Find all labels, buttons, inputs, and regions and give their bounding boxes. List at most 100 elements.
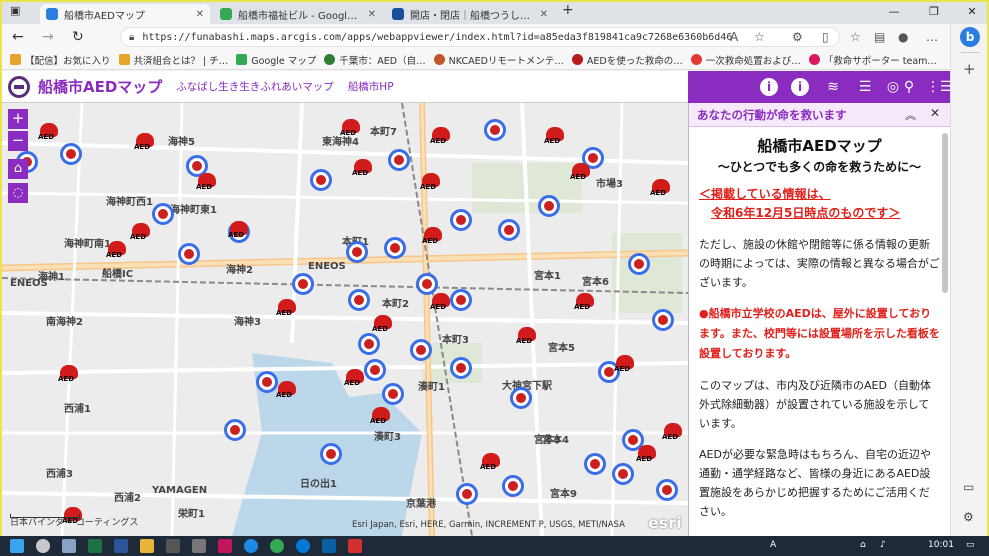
aed-marker[interactable] bbox=[310, 169, 332, 191]
tab-funabashi-tsushin[interactable]: 開店・閉店｜船橋つうしん - 千葉県 ✕ bbox=[386, 4, 554, 24]
panel-scrollbar[interactable] bbox=[942, 133, 948, 293]
aed-marker[interactable] bbox=[388, 149, 410, 171]
tab-aed-map[interactable]: 船橋市AEDマップ ✕ bbox=[40, 4, 210, 24]
tab-close-icon[interactable]: ✕ bbox=[368, 9, 376, 20]
more-menu-icon[interactable]: … bbox=[926, 30, 938, 44]
aed-icon-marker[interactable]: AED bbox=[636, 445, 656, 463]
aed-marker[interactable] bbox=[538, 195, 560, 217]
ie-icon[interactable] bbox=[244, 539, 258, 553]
aed-marker[interactable] bbox=[656, 479, 678, 501]
aed-icon-marker[interactable]: AED bbox=[480, 453, 500, 471]
minimize-icon[interactable]: — bbox=[882, 5, 906, 18]
extensions-icon[interactable]: ⚙ bbox=[792, 30, 803, 44]
zoom-in-button[interactable]: + bbox=[8, 109, 28, 129]
search-icon[interactable]: ⚲ bbox=[900, 78, 918, 96]
read-aloud-icon[interactable]: A bbox=[730, 30, 738, 44]
aed-icon-marker[interactable]: AED bbox=[352, 159, 372, 177]
aed-marker[interactable] bbox=[224, 419, 246, 441]
forward-icon[interactable]: → bbox=[42, 29, 54, 45]
aed-icon-marker[interactable]: AED bbox=[372, 315, 392, 333]
aed-icon-marker[interactable]: AED bbox=[430, 293, 450, 311]
aed-marker[interactable] bbox=[584, 453, 606, 475]
clock[interactable]: 10:01 bbox=[928, 540, 954, 550]
layers-icon[interactable]: ≋ bbox=[824, 78, 842, 96]
calculator-icon[interactable] bbox=[192, 539, 206, 553]
excel-icon[interactable] bbox=[88, 539, 102, 553]
aed-icon-marker[interactable]: AED bbox=[276, 299, 296, 317]
tab-actions-icon[interactable]: ▣ bbox=[10, 4, 20, 17]
word-icon[interactable] bbox=[114, 539, 128, 553]
aed-marker[interactable] bbox=[502, 475, 524, 497]
taskbar-search-icon[interactable] bbox=[36, 539, 50, 553]
back-icon[interactable]: ← bbox=[12, 29, 24, 45]
aed-marker[interactable] bbox=[652, 309, 674, 331]
network-icon[interactable]: ⌂ bbox=[860, 540, 866, 550]
aed-icon-marker[interactable]: AED bbox=[650, 179, 670, 197]
aed-marker[interactable] bbox=[382, 383, 404, 405]
add-sidebar-app-icon[interactable]: + bbox=[963, 60, 976, 78]
bookmark-item[interactable]: 千葉市：AED（自… bbox=[324, 53, 426, 67]
aed-marker[interactable] bbox=[456, 483, 478, 505]
tray-lang[interactable]: A bbox=[770, 540, 776, 550]
aed-icon-marker[interactable]: AED bbox=[430, 127, 450, 145]
zoom-out-button[interactable]: − bbox=[8, 131, 28, 151]
new-tab-icon[interactable]: + bbox=[562, 2, 574, 18]
app-icon[interactable] bbox=[218, 539, 232, 553]
sidebar-settings-icon[interactable]: ⚙ bbox=[963, 510, 974, 524]
app-icon[interactable] bbox=[322, 539, 336, 553]
tab-close-icon[interactable]: ✕ bbox=[196, 9, 204, 20]
file-explorer-icon[interactable] bbox=[140, 539, 154, 553]
aed-icon-marker[interactable]: AED bbox=[422, 227, 442, 245]
link-city-hp[interactable]: 船橋市HP bbox=[348, 79, 394, 94]
aed-marker[interactable] bbox=[60, 143, 82, 165]
volume-icon[interactable]: ♪ bbox=[880, 540, 886, 550]
aed-icon-marker[interactable]: AED bbox=[344, 369, 364, 387]
aed-marker[interactable] bbox=[628, 253, 650, 275]
profile-icon[interactable]: ● bbox=[898, 30, 908, 44]
bookmark-item[interactable]: 一次救命処置および… bbox=[690, 53, 801, 67]
notification-icon[interactable]: ▭ bbox=[966, 540, 975, 550]
aed-icon-marker[interactable]: AED bbox=[38, 123, 58, 141]
aed-marker[interactable] bbox=[612, 463, 634, 485]
aed-marker[interactable] bbox=[498, 219, 520, 241]
aed-icon-marker[interactable]: AED bbox=[370, 407, 390, 425]
refresh-icon[interactable]: ↻ bbox=[72, 29, 84, 45]
aed-marker[interactable] bbox=[364, 359, 386, 381]
aed-icon-marker[interactable]: AED bbox=[196, 173, 216, 191]
aed-marker[interactable] bbox=[348, 289, 370, 311]
aed-marker[interactable] bbox=[484, 119, 506, 141]
task-view-icon[interactable] bbox=[62, 539, 76, 553]
aed-icon-marker[interactable]: AED bbox=[544, 127, 564, 145]
aed-icon-marker[interactable]: AED bbox=[662, 423, 682, 441]
aed-icon-marker[interactable]: AED bbox=[340, 119, 360, 137]
split-screen-icon[interactable]: ▯ bbox=[822, 30, 829, 44]
aed-marker[interactable] bbox=[416, 273, 438, 295]
aed-marker[interactable] bbox=[320, 443, 342, 465]
aed-icon-marker[interactable]: AED bbox=[130, 223, 150, 241]
bookmark-item[interactable]: 共済組合とは？ | チ… bbox=[118, 53, 228, 67]
aed-icon-marker[interactable]: AED bbox=[276, 381, 296, 399]
aed-marker[interactable] bbox=[358, 333, 380, 355]
aed-icon-marker[interactable]: AED bbox=[106, 241, 126, 259]
aed-icon-marker[interactable]: AED bbox=[516, 327, 536, 345]
app-icon[interactable] bbox=[166, 539, 180, 553]
layer-list-icon[interactable]: ☰ bbox=[856, 78, 874, 96]
chrome-icon[interactable] bbox=[270, 539, 284, 553]
collections-icon[interactable]: ▤ bbox=[874, 30, 885, 44]
bookmark-item[interactable]: NKCAEDリモートメンテ… bbox=[433, 53, 564, 67]
aed-marker[interactable] bbox=[450, 209, 472, 231]
bing-chat-icon[interactable]: b bbox=[960, 27, 980, 47]
close-window-icon[interactable]: ✕ bbox=[960, 5, 984, 18]
info-icon-2[interactable]: i bbox=[791, 78, 809, 96]
aed-icon-marker[interactable]: AED bbox=[614, 355, 634, 373]
restore-icon[interactable]: ❐ bbox=[922, 5, 946, 18]
favorites-icon[interactable]: ☆ bbox=[850, 30, 861, 44]
legend-icon[interactable]: ⋮☰ bbox=[926, 78, 953, 96]
bookmark-item[interactable]: AEDを使った救命の… bbox=[571, 53, 683, 67]
aed-icon-marker[interactable]: AED bbox=[574, 293, 594, 311]
link-fureai-map[interactable]: ふなばし生き生きふれあいマップ bbox=[176, 79, 334, 94]
aed-marker[interactable] bbox=[510, 387, 532, 409]
bookmark-item[interactable]: 「救命サポーター team… bbox=[808, 53, 937, 67]
aed-marker[interactable] bbox=[450, 357, 472, 379]
panel-close-icon[interactable]: ✕ bbox=[930, 106, 940, 120]
